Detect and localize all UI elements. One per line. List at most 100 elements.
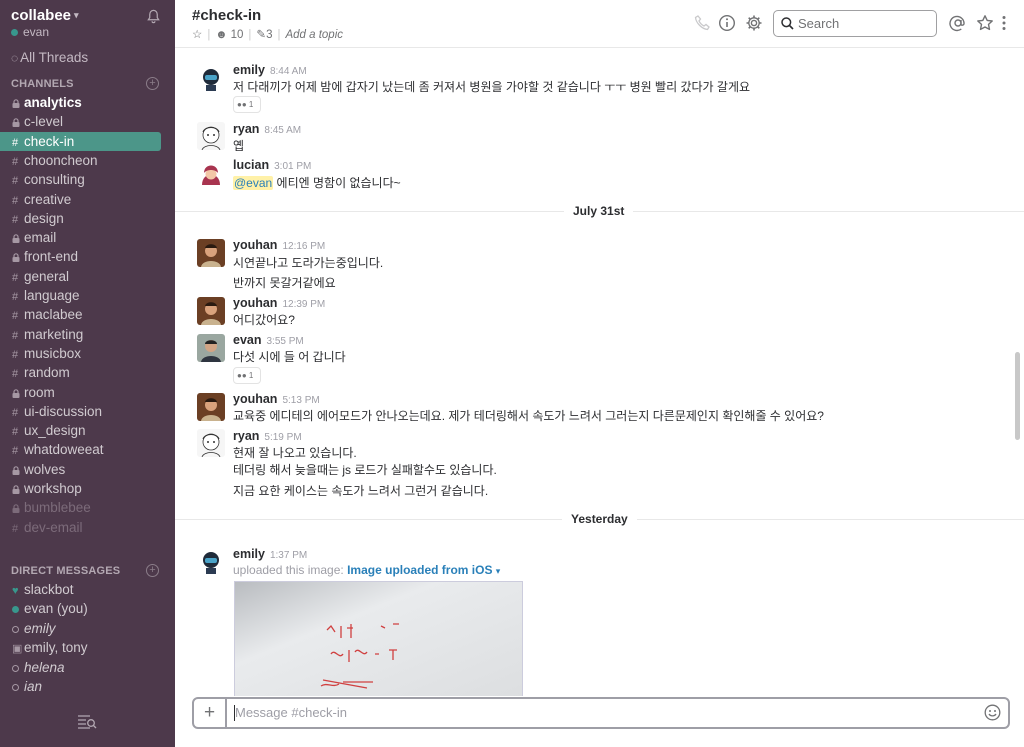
avatar[interactable] bbox=[197, 122, 225, 150]
lock-icon bbox=[12, 230, 24, 249]
add-dm-icon[interactable]: + bbox=[146, 564, 159, 577]
message-timestamp[interactable]: 12:16 PM bbox=[282, 241, 325, 252]
dm-label: slackbot bbox=[24, 582, 74, 597]
avatar[interactable] bbox=[197, 334, 225, 362]
message-timestamp[interactable]: 8:45 AM bbox=[264, 125, 301, 136]
sidebar-channel-random[interactable]: # random bbox=[0, 363, 175, 382]
sidebar-channel-ux_design[interactable]: # ux_design bbox=[0, 421, 175, 440]
pin-count[interactable]: 3 bbox=[266, 29, 272, 41]
starred-icon[interactable] bbox=[976, 14, 994, 32]
message-author[interactable]: evan 3:55 PM bbox=[233, 333, 304, 347]
message-timestamp[interactable]: 3:55 PM bbox=[267, 336, 304, 347]
sidebar-channel-workshop[interactable]: workshop bbox=[0, 479, 175, 498]
message-text: @evan 에티엔 명함이 없습니다~ bbox=[233, 176, 401, 190]
message-composer[interactable]: + Message #check-in bbox=[192, 697, 1010, 729]
add-channel-icon[interactable]: + bbox=[146, 77, 159, 90]
info-icon[interactable] bbox=[718, 14, 736, 32]
message-timestamp[interactable]: 8:44 AM bbox=[270, 66, 307, 77]
reaction-badge[interactable]: ●● 1 bbox=[233, 367, 261, 384]
sidebar-channel-dev-email[interactable]: # dev-email bbox=[0, 518, 175, 537]
sidebar-dm-item[interactable]: ♥ slackbot bbox=[0, 580, 175, 599]
sidebar-channel-check-in[interactable]: # check-in bbox=[0, 131, 161, 151]
sidebar-channel-general[interactable]: # general bbox=[0, 267, 175, 286]
sidebar-dm-item[interactable]: evan (you) bbox=[0, 599, 175, 618]
avatar[interactable] bbox=[197, 159, 225, 187]
members-icon[interactable]: ☻ bbox=[215, 29, 227, 41]
member-count[interactable]: 10 bbox=[231, 29, 244, 41]
channel-label: design bbox=[24, 210, 64, 226]
gear-icon[interactable] bbox=[745, 14, 763, 32]
sidebar-dm-item[interactable]: emily bbox=[0, 619, 175, 638]
message-text: 시연끝나고 도라가는중입니다. bbox=[233, 256, 384, 270]
message-timestamp[interactable]: 5:19 PM bbox=[264, 432, 301, 443]
sidebar-channel-chooncheon[interactable]: # chooncheon bbox=[0, 151, 175, 170]
message-input[interactable]: Message #check-in bbox=[235, 705, 347, 720]
avatar[interactable] bbox=[197, 429, 225, 457]
chevron-down-icon: ▾ bbox=[74, 10, 79, 20]
scrollbar[interactable] bbox=[1015, 352, 1020, 440]
sidebar-channel-language[interactable]: # language bbox=[0, 286, 175, 305]
bell-icon[interactable] bbox=[146, 9, 161, 24]
avatar[interactable] bbox=[197, 297, 225, 325]
message-author[interactable]: ryan 8:45 AM bbox=[233, 122, 301, 136]
message-author[interactable]: youhan 5:13 PM bbox=[233, 392, 320, 406]
dm-heading[interactable]: DIRECT MESSAGES bbox=[11, 565, 120, 577]
message-author[interactable]: youhan 12:39 PM bbox=[233, 296, 325, 310]
message-timestamp[interactable]: 12:39 PM bbox=[282, 299, 325, 310]
quick-switcher-icon[interactable] bbox=[77, 714, 97, 730]
sidebar-channel-consulting[interactable]: # consulting bbox=[0, 170, 175, 189]
image-link[interactable]: Image uploaded from iOS bbox=[347, 563, 492, 577]
sidebar-channel-design[interactable]: # design bbox=[0, 209, 175, 228]
phone-icon[interactable] bbox=[693, 14, 711, 32]
sidebar-channel-whatdoweeat[interactable]: # whatdoweeat bbox=[0, 440, 175, 459]
sidebar-channel-room[interactable]: room bbox=[0, 383, 175, 402]
channel-title[interactable]: #check-in bbox=[192, 7, 261, 24]
current-user[interactable]: evan bbox=[11, 25, 49, 39]
hash-icon: # bbox=[12, 445, 19, 458]
sidebar-channel-bumblebee[interactable]: bumblebee bbox=[0, 498, 175, 517]
message-author[interactable]: lucian 3:01 PM bbox=[233, 158, 311, 172]
channel-label: consulting bbox=[24, 172, 85, 188]
channels-heading[interactable]: CHANNELS bbox=[11, 78, 74, 90]
attach-button[interactable]: + bbox=[194, 699, 227, 727]
sidebar-dm-item[interactable]: helena bbox=[0, 658, 175, 677]
all-threads-link[interactable]: ◌ All Threads bbox=[11, 50, 88, 65]
add-topic-link[interactable]: Add a topic bbox=[285, 29, 343, 41]
avatar[interactable] bbox=[197, 548, 225, 576]
message-author[interactable]: youhan 12:16 PM bbox=[233, 238, 325, 252]
sidebar-dm-item[interactable]: ▣ emily, tony bbox=[0, 638, 175, 657]
sidebar-channel-creative[interactable]: # creative bbox=[0, 190, 175, 209]
sidebar-channel-front-end[interactable]: front-end bbox=[0, 247, 175, 266]
channel-label: maclabee bbox=[24, 307, 83, 323]
message-timestamp[interactable]: 5:13 PM bbox=[282, 395, 319, 406]
sidebar-channel-musicbox[interactable]: # musicbox bbox=[0, 344, 175, 363]
avatar[interactable] bbox=[197, 393, 225, 421]
sidebar-channel-analytics[interactable]: analytics bbox=[0, 93, 175, 112]
sidebar-channel-marketing[interactable]: # marketing bbox=[0, 325, 175, 344]
channel-label: random bbox=[24, 365, 70, 381]
message-author[interactable]: emily 8:44 AM bbox=[233, 63, 307, 77]
message-author[interactable]: emily 1:37 PM bbox=[233, 547, 307, 561]
message-timestamp[interactable]: 1:37 PM bbox=[270, 550, 307, 561]
more-menu-icon[interactable] bbox=[1001, 14, 1007, 32]
search-input[interactable]: Search bbox=[773, 10, 937, 37]
sidebar-channel-c-level[interactable]: c-level bbox=[0, 112, 175, 131]
emoji-icon[interactable] bbox=[984, 704, 1001, 721]
sidebar-channel-wolves[interactable]: wolves bbox=[0, 460, 175, 479]
sidebar-channel-maclabee[interactable]: # maclabee bbox=[0, 305, 175, 324]
avatar[interactable] bbox=[197, 65, 225, 93]
user-mention[interactable]: @evan bbox=[233, 176, 274, 190]
pin-icon[interactable]: ✎ bbox=[256, 29, 266, 41]
message-author[interactable]: ryan 5:19 PM bbox=[233, 429, 302, 443]
sidebar-dm-item[interactable]: ian bbox=[0, 677, 175, 696]
caret-down-icon[interactable]: ▾ bbox=[496, 566, 501, 576]
workspace-name[interactable]: collabee ▾ bbox=[11, 7, 79, 24]
mentions-icon[interactable] bbox=[949, 14, 967, 32]
avatar[interactable] bbox=[197, 239, 225, 267]
star-icon[interactable]: ☆ bbox=[192, 29, 202, 41]
reaction-badge[interactable]: ●● 1 bbox=[233, 96, 261, 113]
uploaded-image[interactable] bbox=[234, 581, 523, 696]
message-timestamp[interactable]: 3:01 PM bbox=[274, 161, 311, 172]
sidebar-channel-email[interactable]: email bbox=[0, 228, 175, 247]
sidebar-channel-ui-discussion[interactable]: # ui-discussion bbox=[0, 402, 175, 421]
